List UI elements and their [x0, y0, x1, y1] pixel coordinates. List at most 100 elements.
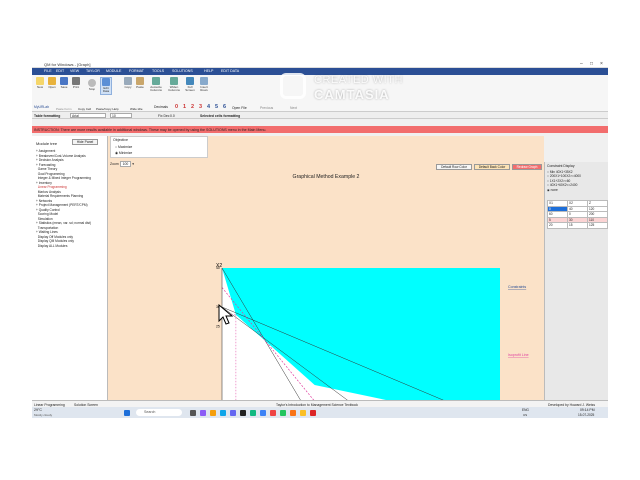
menu-edit[interactable]: EDIT	[56, 69, 64, 73]
open-button[interactable]: Open	[46, 77, 58, 89]
decimals-6[interactable]: 6	[223, 104, 226, 110]
decimals-3[interactable]: 3	[199, 104, 202, 110]
menu-module[interactable]: MODULE	[106, 69, 121, 73]
menu-tools[interactable]: TOOLS	[152, 69, 164, 73]
excel-icon[interactable]	[280, 409, 286, 416]
fix-dec-value[interactable]: 0.0	[170, 114, 175, 118]
open-file-button[interactable]: Open File	[232, 106, 247, 110]
teams-icon[interactable]	[230, 409, 236, 416]
font-size-select[interactable]: 10	[110, 113, 132, 118]
module-item[interactable]: Display ALL Modules	[36, 244, 91, 249]
instruction-bar: INSTRUCTION: There are more results avai…	[32, 126, 608, 133]
autosize-columns-button[interactable]: Autosize Columns	[148, 77, 164, 93]
status-developer: Developed by Howard J. Weiss	[548, 402, 596, 407]
windows-taskbar: 29°C Mostly cloudy Search ENG US 09:14 P…	[32, 407, 608, 418]
paste-button[interactable]: Paste	[134, 77, 146, 89]
weather-temp[interactable]: 29°C	[34, 408, 42, 412]
hide-panel-button[interactable]: Hide Panel	[72, 139, 98, 145]
copy-button[interactable]: Copy	[122, 77, 134, 89]
chart-svg: X1 X2 203460253040 Constraints Isoprofit…	[216, 263, 529, 400]
maximize-icon[interactable]: □	[590, 61, 593, 67]
language-region: US	[523, 412, 528, 417]
task-view-icon[interactable]	[190, 409, 196, 416]
module-tree-title: Module tree	[36, 141, 58, 146]
menu-view[interactable]: VIEW	[70, 69, 79, 73]
constraint-list: ○ Min 40X1+35X2 ○ 200X1+100X2>=4000 ○ 1X…	[547, 170, 581, 192]
status-textbook: Taylor's Introduction to Management Scie…	[276, 402, 359, 407]
menu-taylor[interactable]: TAYLOR	[86, 69, 100, 73]
edit-data-button[interactable]: Edit Data	[100, 77, 112, 95]
constraints-annotation[interactable]: Constraints	[508, 285, 526, 289]
insert-rows-button[interactable]: Insert Rows	[198, 77, 210, 93]
menu-format[interactable]: FORMAT	[129, 69, 144, 73]
status-bar: Linear Programming Solution Screen Taylo…	[32, 400, 608, 407]
mouse-cursor-icon	[218, 304, 234, 325]
copy-cell-button[interactable]: Copy Cell	[78, 107, 91, 111]
status-screen: Solution Screen	[74, 402, 98, 407]
app-icon[interactable]	[200, 409, 206, 416]
paste-copy-help-button[interactable]: Paste/Copy Help	[96, 107, 119, 111]
menu-edit-data[interactable]: EDIT DATA	[221, 69, 239, 73]
language-indicator[interactable]: ENG	[522, 408, 529, 412]
new-button[interactable]: New	[34, 77, 46, 89]
table-formatting-label: Table formatting	[34, 113, 61, 118]
qm-icon[interactable]	[310, 409, 316, 416]
insert-rows-icon	[200, 77, 208, 85]
status-module: Linear Programming	[34, 402, 65, 407]
print-button[interactable]: Print	[70, 77, 82, 89]
module-list: + Assignment + Breakeven/Cost-Volume Ana…	[36, 149, 91, 248]
full-screen-button[interactable]: Full Screen	[184, 77, 196, 93]
widen-columns-button[interactable]: Widen Columns	[166, 77, 182, 93]
edge-icon[interactable]	[220, 409, 226, 416]
menu-file[interactable]: FILE	[44, 69, 52, 73]
fix-dec-label: Fix Dec	[158, 113, 170, 118]
save-button[interactable]: Save	[58, 77, 70, 89]
next-button[interactable]: Next	[290, 106, 297, 110]
module-tree-panel: Module tree Hide Panel + Assignment + Br…	[32, 136, 108, 400]
previous-button[interactable]: Previous	[260, 106, 273, 110]
corner-points-table: X1 X2 Z 0 40 120 60 0 200 5 30 110 20 15	[547, 200, 608, 229]
wide-idle-button[interactable]: Wide Idle	[130, 107, 143, 111]
menu-help[interactable]: HELP	[204, 69, 213, 73]
table-row[interactable]: 20 15 125	[547, 222, 608, 229]
powerpoint-icon[interactable]	[290, 409, 296, 416]
columns-icon	[152, 77, 160, 85]
widen-icon	[170, 77, 178, 85]
app-icon[interactable]	[270, 409, 276, 416]
format-bar: Table formatting Arial 10 Fix Dec 0.0 Se…	[32, 112, 608, 119]
file-explorer-icon[interactable]	[210, 409, 216, 416]
decimals-2[interactable]: 2	[191, 104, 194, 110]
clock-time[interactable]: 09:14 PM	[580, 408, 595, 412]
vscode-icon[interactable]	[260, 409, 266, 416]
isoprofit-annotation[interactable]: Isoprofit Line	[508, 353, 529, 357]
print-icon	[72, 77, 80, 85]
taskbar-search[interactable]: Search	[136, 409, 182, 416]
save-icon	[60, 77, 68, 85]
store-icon[interactable]	[250, 409, 256, 416]
edit-data-icon	[102, 78, 110, 86]
chrome-icon[interactable]	[300, 409, 306, 416]
camtasia-logo-icon	[280, 73, 306, 99]
decimals-5[interactable]: 5	[215, 104, 218, 110]
font-select[interactable]: Arial	[70, 113, 106, 118]
terminal-icon[interactable]	[240, 409, 246, 416]
constraint-display-panel: Constraint Display ○ Min 40X1+35X2 ○ 200…	[544, 162, 608, 400]
start-icon[interactable]	[124, 409, 130, 416]
decimals-1[interactable]: 1	[183, 104, 186, 110]
watermark-line2: CAMTASIA	[314, 87, 390, 102]
close-icon[interactable]: ×	[600, 61, 603, 67]
minimize-icon[interactable]: –	[580, 61, 583, 67]
constraint-option-selected[interactable]: ◉ none	[547, 188, 581, 192]
clock-date: 15-07-2025	[578, 412, 595, 417]
watermark-line1: CREATED WITH	[314, 74, 403, 86]
my-lab-link[interactable]: MyURLab	[34, 105, 49, 109]
constraint-display-title: Constraint Display	[547, 164, 575, 168]
graph-area: Objective ○ Maximize ◉ Minimize Zoom 100…	[108, 136, 544, 400]
app-screen: QM for Windows - [Graph] – □ × FILE EDIT…	[32, 60, 608, 418]
paste-form-button[interactable]: Paste Form	[56, 107, 72, 111]
y-tick-label: 40	[216, 266, 220, 270]
menu-solutions[interactable]: SOLUTIONS	[172, 69, 193, 73]
stop-button[interactable]: Stop	[86, 79, 98, 91]
decimals-4[interactable]: 4	[207, 104, 210, 110]
decimals-0[interactable]: 0	[175, 104, 178, 110]
